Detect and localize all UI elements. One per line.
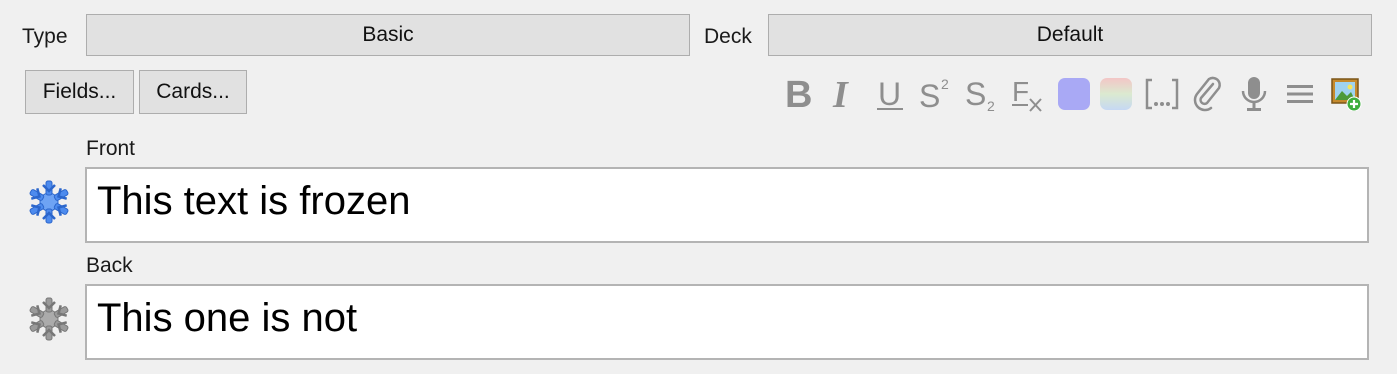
add-image-icon: [1331, 78, 1362, 111]
format-toolbar: B I U S2 S2 F: [778, 72, 1368, 116]
underline-button[interactable]: U: [870, 72, 910, 116]
text-color-button[interactable]: [1054, 72, 1094, 116]
superscript-icon: S2: [919, 76, 949, 113]
italic-icon: I: [832, 76, 849, 112]
svg-text:S: S: [919, 78, 940, 113]
deck-select[interactable]: Default: [768, 14, 1372, 56]
back-field-editor[interactable]: This one is not: [85, 284, 1369, 360]
bold-button[interactable]: B: [778, 72, 818, 116]
back-field-label: Back: [86, 254, 133, 277]
attach-button[interactable]: [1188, 72, 1228, 116]
attach-icon: [1193, 76, 1221, 112]
cards-button[interactable]: Cards...: [139, 70, 247, 114]
svg-text:S: S: [965, 76, 986, 112]
add-image-button[interactable]: [1326, 72, 1366, 116]
type-select[interactable]: Basic: [86, 14, 690, 56]
text-color-icon: [1058, 78, 1090, 110]
svg-text:F: F: [1012, 76, 1029, 107]
record-audio-button[interactable]: [1234, 72, 1274, 116]
cards-button-label: Cards...: [156, 80, 230, 103]
svg-text:2: 2: [941, 76, 949, 92]
fields-button[interactable]: Fields...: [25, 70, 134, 114]
front-field-label: Front: [86, 137, 136, 160]
cloze-button[interactable]: [1142, 72, 1182, 116]
subscript-button[interactable]: S2: [962, 72, 1002, 116]
record-audio-icon: [1241, 77, 1267, 111]
superscript-button[interactable]: S2: [916, 72, 956, 116]
front-field-editor[interactable]: This text is frozen: [85, 167, 1369, 243]
bold-icon: B: [785, 76, 812, 112]
clear-format-icon: F: [1012, 76, 1042, 112]
svg-text:2: 2: [987, 98, 995, 113]
underline-icon: U: [877, 76, 903, 112]
more-button[interactable]: [1280, 72, 1320, 116]
svg-text:U: U: [878, 76, 901, 112]
clear-format-button[interactable]: F: [1008, 72, 1048, 116]
svg-text:B: B: [785, 76, 812, 112]
more-icon: [1287, 85, 1313, 103]
italic-button[interactable]: I: [824, 72, 864, 116]
fields-button-label: Fields...: [42, 80, 117, 103]
deck-select-value: Default: [1036, 23, 1104, 46]
cloze-icon: [1145, 78, 1179, 110]
svg-text:I: I: [832, 76, 849, 112]
frozen-snowflake-icon[interactable]: [26, 179, 72, 225]
highlight-color-icon: [1100, 78, 1132, 110]
type-label: Type: [22, 25, 68, 48]
deck-label: Deck: [704, 25, 752, 48]
unfrozen-snowflake-icon[interactable]: [26, 296, 72, 342]
highlight-color-button[interactable]: [1096, 72, 1136, 116]
subscript-icon: S2: [965, 76, 995, 113]
type-select-value: Basic: [362, 23, 414, 46]
